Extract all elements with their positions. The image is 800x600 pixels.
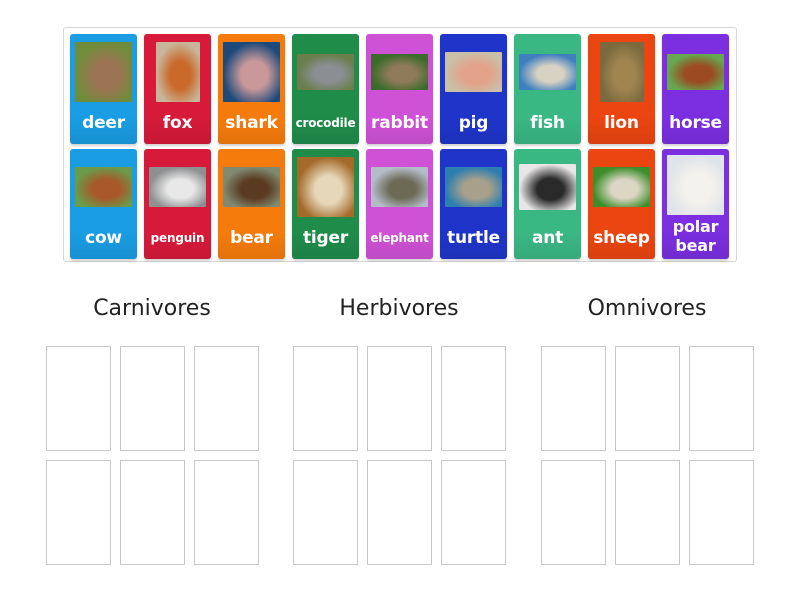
card-crocodile[interactable]: crocodile (292, 34, 359, 144)
card-image-area (588, 149, 655, 221)
card-image-area (218, 34, 285, 106)
card-label: lion (604, 112, 639, 133)
drop-slot-omnivores[interactable] (689, 460, 754, 565)
lion-photo-icon (599, 42, 644, 102)
drop-slot-herbivores[interactable] (441, 460, 506, 565)
card-lion[interactable]: lion (588, 34, 655, 144)
elephant-photo-icon (371, 167, 428, 207)
drop-slot-herbivores[interactable] (293, 460, 358, 565)
card-elephant[interactable]: elephant (366, 149, 433, 259)
card-label: horse (669, 112, 722, 133)
card-image-area (662, 149, 729, 217)
card-horse[interactable]: horse (662, 34, 729, 144)
drop-slot-omnivores[interactable] (689, 346, 754, 451)
group-title-herbivores: Herbivores (339, 296, 459, 321)
card-label: ant (531, 227, 564, 248)
card-label: penguin (150, 231, 205, 245)
cow-photo-icon (75, 167, 132, 207)
crocodile-photo-icon (297, 54, 354, 90)
card-label: sheep (593, 227, 650, 248)
card-label: shark (225, 112, 278, 133)
rabbit-photo-icon (371, 54, 428, 90)
group-title-carnivores: Carnivores (93, 296, 211, 321)
deer-photo-icon (75, 42, 132, 102)
card-image-area (366, 34, 433, 106)
drop-slot-omnivores[interactable] (541, 460, 606, 565)
card-label: elephant (370, 231, 429, 245)
drop-slot-herbivores[interactable] (441, 346, 506, 451)
drop-slot-herbivores[interactable] (293, 346, 358, 451)
card-tiger[interactable]: tiger (292, 149, 359, 259)
card-label: bear (230, 227, 273, 248)
turtle-photo-icon (445, 167, 502, 207)
sheep-photo-icon (593, 167, 650, 207)
card-image-area (292, 34, 359, 106)
drop-slot-omnivores[interactable] (541, 346, 606, 451)
card-label: cow (85, 227, 122, 248)
group-title-omnivores: Omnivores (587, 296, 707, 321)
card-image-area (514, 149, 581, 221)
card-deer[interactable]: deer (70, 34, 137, 144)
drop-slot-carnivores[interactable] (194, 346, 259, 451)
card-label: rabbit (371, 112, 428, 133)
card-sheep[interactable]: sheep (588, 149, 655, 259)
card-image-area (144, 149, 211, 221)
card-image-area (218, 149, 285, 221)
penguin-photo-icon (149, 167, 206, 207)
card-image-area (70, 149, 137, 221)
polar-bear-photo-icon (667, 155, 724, 215)
tiger-photo-icon (297, 157, 354, 217)
fox-photo-icon (155, 42, 200, 102)
card-ant[interactable]: ant (514, 149, 581, 259)
card-fox[interactable]: fox (144, 34, 211, 144)
ant-photo-icon (519, 164, 576, 210)
drop-slot-carnivores[interactable] (120, 346, 185, 451)
card-image-area (662, 34, 729, 106)
card-label: pig (458, 112, 489, 133)
drop-slot-omnivores[interactable] (615, 460, 680, 565)
card-cow[interactable]: cow (70, 149, 137, 259)
card-label: polar bear (672, 217, 719, 255)
card-image-area (440, 34, 507, 106)
fish-photo-icon (519, 54, 576, 90)
card-image-area (144, 34, 211, 106)
card-penguin[interactable]: penguin (144, 149, 211, 259)
card-shark[interactable]: shark (218, 34, 285, 144)
drop-slot-carnivores[interactable] (46, 460, 111, 565)
card-label: turtle (447, 227, 500, 248)
card-fish[interactable]: fish (514, 34, 581, 144)
drop-slot-carnivores[interactable] (120, 460, 185, 565)
card-tray: deer fox shark crocodile rabbit pig fish lion ho… (63, 27, 737, 262)
card-image-area (70, 34, 137, 106)
card-rabbit[interactable]: rabbit (366, 34, 433, 144)
horse-photo-icon (667, 54, 724, 90)
card-bear[interactable]: bear (218, 149, 285, 259)
shark-photo-icon (223, 42, 280, 102)
card-label: crocodile (295, 116, 356, 130)
drop-slot-omnivores[interactable] (615, 346, 680, 451)
card-image-area (366, 149, 433, 221)
drop-slot-herbivores[interactable] (367, 460, 432, 565)
card-turtle[interactable]: turtle (440, 149, 507, 259)
drop-slot-carnivores[interactable] (194, 460, 259, 565)
card-image-area (292, 149, 359, 221)
drop-slot-herbivores[interactable] (367, 346, 432, 451)
card-label: fish (530, 112, 565, 133)
card-image-area (588, 34, 655, 106)
card-image-area (514, 34, 581, 106)
pig-photo-icon (445, 52, 502, 92)
card-label: fox (162, 112, 193, 133)
card-polar-bear[interactable]: polar bear (662, 149, 729, 259)
card-pig[interactable]: pig (440, 34, 507, 144)
card-image-area (440, 149, 507, 221)
card-label: deer (82, 112, 125, 133)
drop-slot-carnivores[interactable] (46, 346, 111, 451)
bear-photo-icon (223, 167, 280, 207)
card-label: tiger (302, 227, 349, 248)
